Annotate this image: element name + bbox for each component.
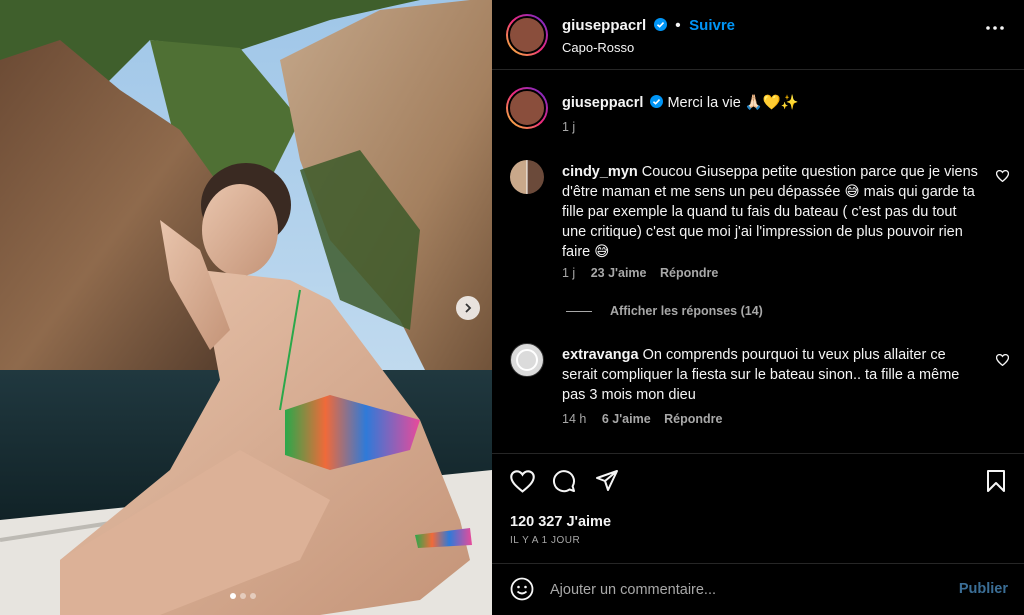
publish-button[interactable]: Publier	[959, 581, 1008, 597]
caption-username[interactable]: giuseppacrl	[562, 95, 643, 111]
comment-likes[interactable]: 6 J'aime	[602, 412, 651, 426]
post-sidebar: giuseppacrl • Suivre Capo-Rosso giuseppa…	[492, 0, 1024, 615]
like-comment-icon[interactable]	[996, 354, 1009, 366]
bookmark-icon[interactable]	[986, 469, 1006, 493]
post-image	[0, 0, 492, 615]
like-count[interactable]: 120 327 J'aime	[510, 514, 611, 530]
author-username[interactable]: giuseppacrl	[562, 17, 646, 34]
view-replies-button[interactable]: Afficher les réponses (14)	[610, 304, 763, 318]
comment-time: 14 h	[562, 412, 587, 426]
next-slide-button[interactable]	[456, 296, 480, 320]
author-line: giuseppacrl • Suivre	[562, 17, 735, 35]
caption-time: 1 j	[562, 120, 576, 134]
like-comment-icon[interactable]	[996, 170, 1009, 182]
post-photo[interactable]	[0, 0, 492, 615]
comment-text: extravanga On comprends pourquoi tu veux…	[562, 345, 982, 405]
caption-text: giuseppacrl Merci la vie 🙏🏻💛✨	[562, 93, 799, 113]
reply-button[interactable]: Répondre	[664, 412, 722, 426]
carousel-dot	[230, 593, 236, 599]
carousel-dot	[240, 593, 246, 599]
share-icon[interactable]	[595, 469, 619, 493]
carousel-dot	[250, 593, 256, 599]
commenter-avatar[interactable]	[510, 343, 544, 377]
comment-meta: 14 h 6 J'aime Répondre	[562, 412, 723, 426]
post-header: giuseppacrl • Suivre Capo-Rosso	[492, 0, 1024, 70]
author-avatar[interactable]	[506, 14, 548, 56]
heart-icon[interactable]	[510, 470, 535, 493]
verified-badge-icon	[650, 95, 664, 108]
comment-username[interactable]: cindy_myn	[562, 164, 638, 180]
separator-dot: •	[675, 17, 681, 34]
chevron-right-icon	[465, 303, 472, 313]
comment-text: cindy_myn Coucou Giuseppa petite questio…	[562, 162, 982, 262]
follow-button[interactable]: Suivre	[689, 17, 735, 34]
comment-username[interactable]: extravanga	[562, 347, 639, 363]
emoji-icon[interactable]	[510, 577, 534, 601]
verified-badge-icon	[653, 18, 667, 31]
comment-meta: 1 j 23 J'aime Répondre	[562, 266, 718, 280]
post-location[interactable]: Capo-Rosso	[562, 40, 634, 55]
post-actions: 120 327 J'aime IL Y A 1 JOUR	[492, 453, 1024, 563]
comment-time: 1 j	[562, 266, 576, 280]
post-date[interactable]: IL Y A 1 JOUR	[510, 535, 580, 546]
author-avatar[interactable]	[506, 87, 548, 129]
comments-list[interactable]: giuseppacrl Merci la vie 🙏🏻💛✨ 1 j cindy_…	[492, 71, 1024, 453]
comment-likes[interactable]: 23 J'aime	[591, 266, 647, 280]
replies-divider	[566, 311, 592, 312]
carousel-indicator	[230, 593, 256, 599]
caption-body: Merci la vie 🙏🏻💛✨	[667, 95, 799, 111]
more-options-icon[interactable]	[986, 26, 1004, 30]
reply-button[interactable]: Répondre	[660, 266, 718, 280]
comment-icon[interactable]	[552, 469, 576, 493]
comment-composer: Publier	[492, 563, 1024, 615]
comment-input[interactable]	[550, 578, 930, 602]
commenter-avatar[interactable]	[510, 160, 544, 194]
